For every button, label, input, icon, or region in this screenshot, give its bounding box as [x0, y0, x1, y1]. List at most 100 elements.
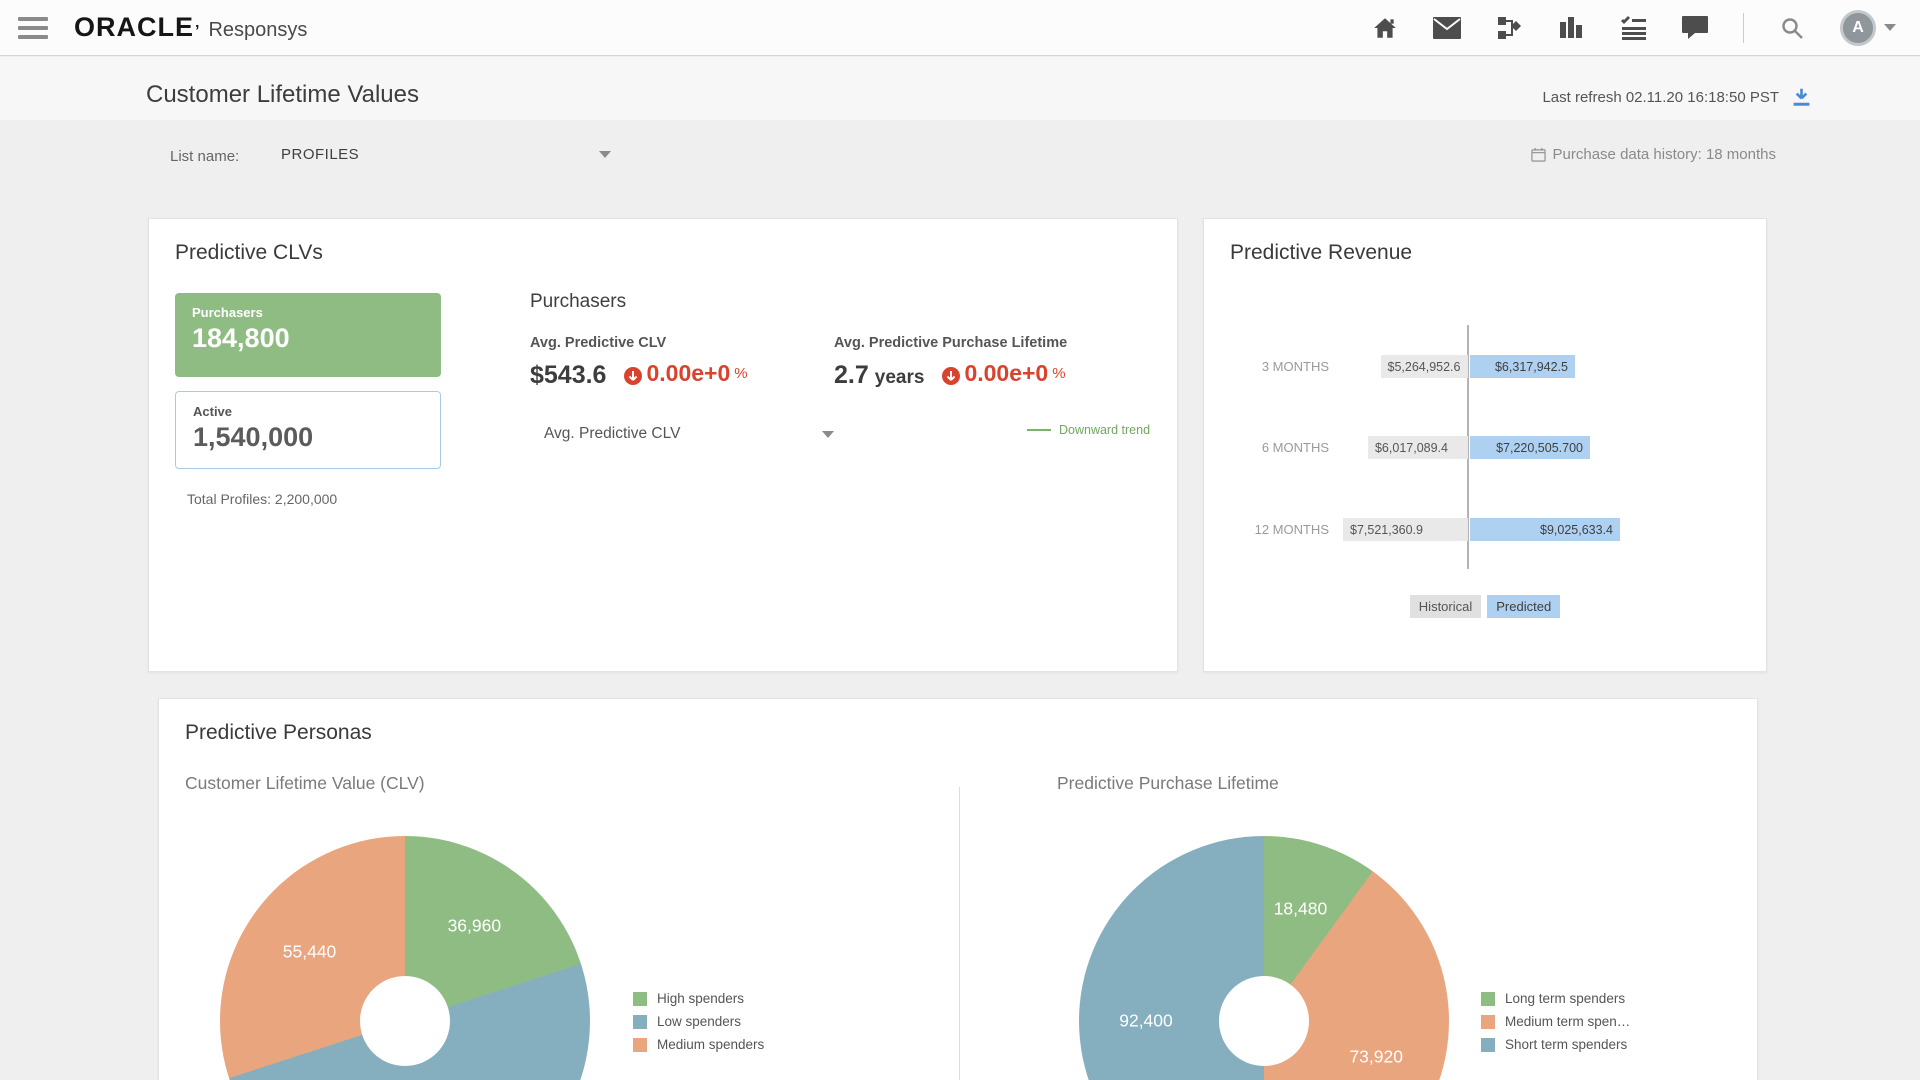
clv-chart-subtitle: Customer Lifetime Value (CLV): [185, 773, 425, 794]
last-refresh-text: Last refresh 02.11.20 16:18:50 PST: [1542, 89, 1779, 106]
donut-hole: [1219, 976, 1309, 1066]
brand-logo: ORACLE’ Responsys: [74, 12, 307, 43]
predictive-personas-title: Predictive Personas: [185, 721, 372, 745]
delta-percent: %: [1052, 365, 1065, 382]
refresh-info: Last refresh 02.11.20 16:18:50 PST: [1542, 87, 1812, 108]
list-name-select[interactable]: PROFILES: [281, 146, 611, 163]
trend-line-icon: [1027, 429, 1051, 431]
revenue-category-label: 3 MONTHS: [1214, 359, 1329, 374]
predictive-clvs-card: Predictive CLVs Purchasers 184,800 Activ…: [148, 218, 1178, 672]
chevron-down-icon[interactable]: [1884, 24, 1896, 31]
revenue-category-label: 12 MONTHS: [1214, 522, 1329, 537]
delta-percent: %: [734, 365, 747, 382]
trend-legend-label: Downward trend: [1059, 423, 1150, 437]
donut-hole: [360, 976, 450, 1066]
search-icon[interactable]: [1778, 14, 1806, 42]
delta-value: 0.00e+0: [964, 360, 1048, 387]
predicted-bar: $6,317,942.5: [1470, 355, 1575, 378]
legend-chip-historical: Historical: [1410, 595, 1481, 618]
active-tile-value: 1,540,000: [193, 422, 423, 453]
program-icon[interactable]: [1495, 14, 1523, 42]
list-name-label: List name:: [170, 148, 239, 165]
clv-donut-chart: 36,960 55,440: [220, 836, 590, 1080]
user-menu[interactable]: A: [1840, 10, 1896, 46]
legend-label: Medium spenders: [657, 1037, 764, 1052]
predictive-revenue-card: Predictive Revenue 3 MONTHS$5,264,952.6$…: [1203, 218, 1767, 672]
revenue-category-label: 6 MONTHS: [1214, 440, 1329, 455]
legend-swatch-icon: [633, 1015, 647, 1029]
legend-swatch-icon: [1481, 1015, 1495, 1029]
purchase-history-info: Purchase data history: 18 months: [1531, 146, 1776, 163]
metric-value: $543.6: [530, 361, 606, 390]
legend-item: Medium spenders: [633, 1037, 764, 1052]
historical-bar: $5,264,952.6: [1381, 355, 1469, 378]
purchasers-tile[interactable]: Purchasers 184,800: [175, 293, 441, 377]
clv-chart-legend: High spenders Low spenders Medium spenders: [633, 991, 764, 1052]
oracle-wordmark: ORACLE: [74, 12, 194, 43]
donut-slice-value: 55,440: [283, 941, 337, 962]
historical-bar: $6,017,089.4: [1368, 436, 1468, 459]
avg-predictive-purchase-lifetime-metric: Avg. Predictive Purchase Lifetime 2.7 ye…: [834, 335, 1067, 390]
metric-label: Avg. Predictive CLV: [530, 335, 748, 351]
page-title: Customer Lifetime Values: [146, 81, 419, 109]
predictive-personas-card: Predictive Personas Customer Lifetime Va…: [158, 698, 1758, 1080]
lifetime-donut-chart: 18,480 73,920 92,400: [1079, 836, 1449, 1080]
metric-suffix: years: [875, 367, 925, 389]
legend-label: Long term spenders: [1505, 991, 1625, 1006]
metric-selector[interactable]: Avg. Predictive CLV: [544, 425, 834, 443]
metric-delta: 0.00e+0 %: [624, 360, 747, 387]
legend-item: High spenders: [633, 991, 764, 1006]
legend-label: Medium term spen…: [1505, 1014, 1630, 1029]
total-profiles-text: Total Profiles: 2,200,000: [187, 491, 337, 507]
top-navigation-bar: ORACLE’ Responsys A: [0, 0, 1920, 56]
filter-bar: List name: PROFILES Purchase data histor…: [104, 120, 1816, 196]
tasks-icon[interactable]: [1619, 14, 1647, 42]
metric-selector-value: Avg. Predictive CLV: [544, 425, 680, 443]
purchase-history-text: Purchase data history: 18 months: [1553, 146, 1776, 163]
lifetime-chart-subtitle: Predictive Purchase Lifetime: [1057, 773, 1279, 794]
legend-item: Medium term spen…: [1481, 1014, 1630, 1029]
page-header: Customer Lifetime Values Last refresh 02…: [0, 57, 1920, 120]
download-icon[interactable]: [1791, 87, 1812, 108]
legend-chip-predicted: Predicted: [1487, 595, 1560, 618]
legend-swatch-icon: [633, 1038, 647, 1052]
topbar-actions: A: [1371, 10, 1920, 46]
avatar[interactable]: A: [1840, 10, 1876, 46]
donut-slice-value: 92,400: [1119, 1011, 1173, 1032]
analytics-icon[interactable]: [1557, 14, 1585, 42]
legend-swatch-icon: [633, 992, 647, 1006]
active-tile-label: Active: [193, 404, 423, 419]
chevron-down-icon: [822, 431, 834, 438]
delta-value: 0.00e+0: [646, 360, 730, 387]
metric-delta: 0.00e+0 %: [942, 360, 1065, 387]
donut-slice-value: 18,480: [1274, 898, 1328, 919]
home-icon[interactable]: [1371, 14, 1399, 42]
mail-icon[interactable]: [1433, 14, 1461, 42]
chat-icon[interactable]: [1681, 14, 1709, 42]
legend-swatch-icon: [1481, 992, 1495, 1006]
revenue-legend: Historical Predicted: [1204, 595, 1766, 618]
predictive-clvs-title: Predictive CLVs: [175, 241, 323, 265]
predicted-bar: $7,220,505.700: [1470, 436, 1590, 459]
purchasers-tile-value: 184,800: [192, 323, 424, 354]
trend-legend: Downward trend: [1027, 423, 1150, 437]
predicted-bar: $9,025,633.4: [1470, 518, 1620, 541]
purchasers-section-title: Purchasers: [530, 291, 626, 313]
vertical-divider: [959, 787, 960, 1080]
legend-label: Low spenders: [657, 1014, 741, 1029]
donut-slice-value: 73,920: [1349, 1047, 1403, 1068]
metric-label: Avg. Predictive Purchase Lifetime: [834, 335, 1067, 351]
lifetime-chart-legend: Long term spenders Medium term spen… Short…: [1481, 991, 1630, 1052]
chevron-down-icon: [599, 151, 611, 158]
legend-item: Low spenders: [633, 1014, 764, 1029]
legend-item: Short term spenders: [1481, 1037, 1630, 1052]
active-tile[interactable]: Active 1,540,000: [175, 391, 441, 469]
legend-label: High spenders: [657, 991, 744, 1006]
hamburger-menu-icon[interactable]: [18, 17, 48, 39]
historical-bar: $7,521,360.9: [1343, 518, 1468, 541]
trend-down-icon: [624, 367, 642, 385]
donut-slice-value: 36,960: [448, 915, 502, 936]
metric-value: 2.7: [834, 361, 869, 390]
list-name-value: PROFILES: [281, 146, 359, 163]
legend-item: Long term spenders: [1481, 991, 1630, 1006]
